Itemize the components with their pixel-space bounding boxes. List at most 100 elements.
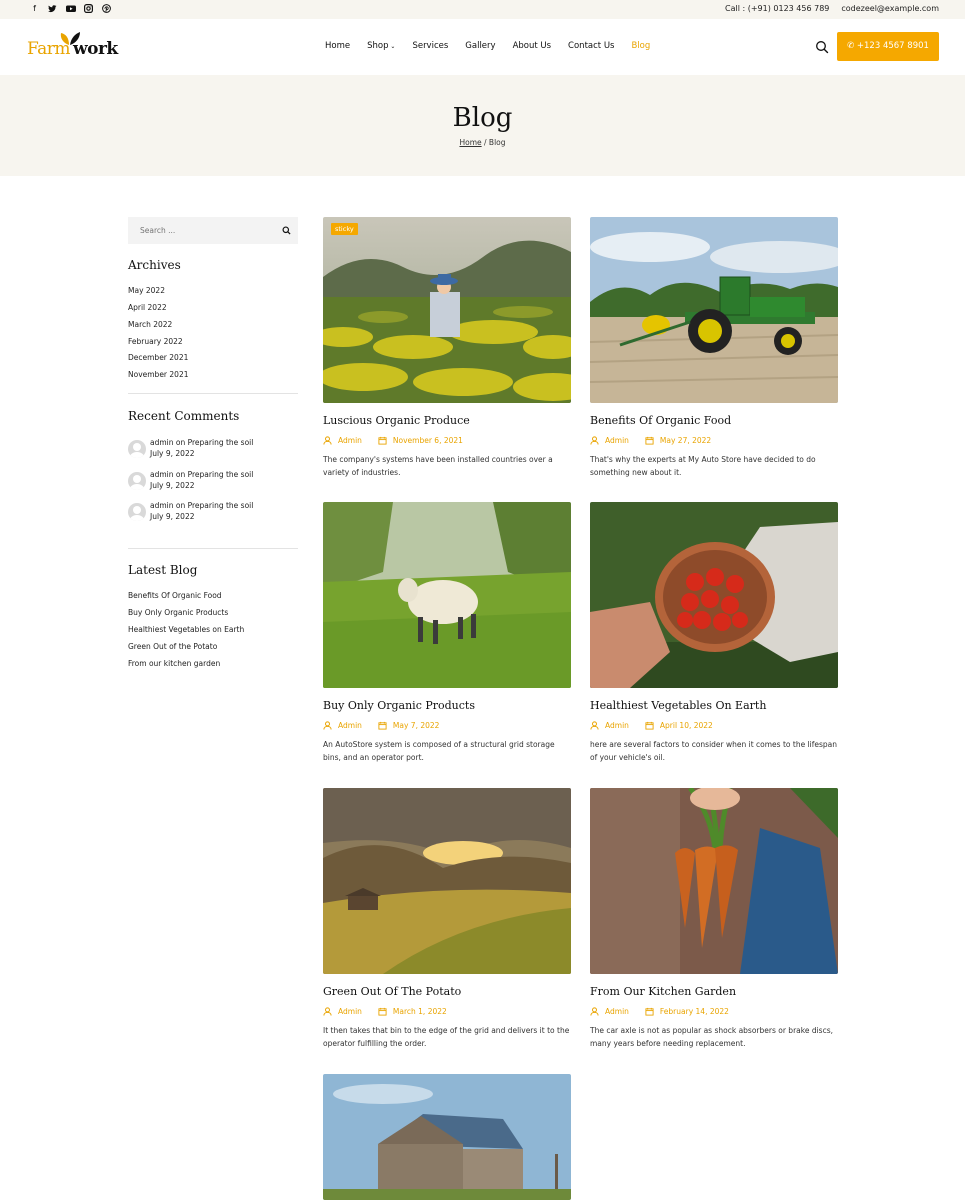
- post-date[interactable]: May 27, 2022: [660, 436, 711, 445]
- archive-link[interactable]: November 2021: [128, 370, 189, 379]
- archive-link[interactable]: February 2022: [128, 337, 183, 346]
- breadcrumb-home[interactable]: Home: [459, 138, 481, 147]
- user-icon: [590, 1007, 599, 1016]
- header-search-button[interactable]: [815, 39, 829, 54]
- archive-link[interactable]: April 2022: [128, 303, 167, 312]
- phone-button[interactable]: ✆ +123 4567 8901: [837, 32, 939, 61]
- sticky-badge: sticky: [331, 223, 358, 235]
- post-date[interactable]: March 1, 2022: [393, 1007, 447, 1016]
- nav-blog[interactable]: Blog: [631, 41, 650, 51]
- post-date[interactable]: February 14, 2022: [660, 1007, 729, 1016]
- site-logo[interactable]: Farm work: [27, 31, 127, 63]
- post-meta: Admin April 10, 2022: [590, 721, 713, 730]
- email-link[interactable]: codezeel@example.com: [841, 4, 939, 13]
- logo-farm-text: Farm: [27, 39, 71, 59]
- calendar-icon: [645, 436, 654, 445]
- sidebar-divider: [128, 548, 298, 549]
- post-image[interactable]: [590, 217, 838, 403]
- pinterest-icon[interactable]: [102, 4, 111, 14]
- nav-shop[interactable]: Shop ⌄: [367, 41, 395, 51]
- search-input[interactable]: [128, 217, 278, 244]
- post-author[interactable]: Admin: [605, 436, 629, 445]
- post-image[interactable]: sticky: [323, 217, 571, 403]
- archive-link[interactable]: December 2021: [128, 353, 188, 362]
- latest-blog-title: Latest Blog: [128, 563, 198, 577]
- post-image[interactable]: [590, 502, 838, 688]
- latest-blog-link[interactable]: Healthiest Vegetables on Earth: [128, 625, 244, 634]
- instagram-icon[interactable]: [84, 4, 94, 14]
- comment-post-link[interactable]: Preparing the soil: [188, 470, 254, 479]
- nav-gallery[interactable]: Gallery: [465, 41, 495, 51]
- post-meta: Admin February 14, 2022: [590, 1007, 729, 1016]
- latest-blog-link[interactable]: From our kitchen garden: [128, 659, 220, 668]
- post-title[interactable]: Buy Only Organic Products: [323, 699, 475, 712]
- post-author[interactable]: Admin: [605, 721, 629, 730]
- latest-blog-link[interactable]: Buy Only Organic Products: [128, 608, 228, 617]
- latest-blog-link[interactable]: Benefits Of Organic Food: [128, 591, 222, 600]
- sidebar-divider: [128, 393, 298, 394]
- post-excerpt: here are several factors to consider whe…: [590, 740, 838, 762]
- post-image[interactable]: [323, 502, 571, 688]
- avatar: [128, 472, 146, 490]
- blog-post-card: [323, 1074, 571, 1200]
- page-title: Blog: [452, 103, 513, 133]
- post-author[interactable]: Admin: [338, 436, 362, 445]
- post-date[interactable]: May 7, 2022: [393, 721, 440, 730]
- post-title[interactable]: From Our Kitchen Garden: [590, 985, 736, 998]
- post-date[interactable]: April 10, 2022: [660, 721, 713, 730]
- youtube-icon[interactable]: [66, 4, 76, 14]
- nav-services[interactable]: Services: [412, 41, 448, 51]
- avatar: [128, 503, 146, 521]
- post-title[interactable]: Benefits Of Organic Food: [590, 414, 731, 427]
- top-bar: f Call : (+91) 0123 456 789 codezeel@exa…: [0, 0, 965, 19]
- recent-comments-title: Recent Comments: [128, 409, 240, 423]
- nav-about-us[interactable]: About Us: [513, 41, 551, 51]
- comment-post-link[interactable]: Preparing the soil: [188, 438, 254, 447]
- post-meta: Admin May 27, 2022: [590, 436, 711, 445]
- recent-comment: admin on Preparing the soil July 9, 2022: [128, 501, 298, 525]
- comment-date: July 9, 2022: [150, 512, 195, 521]
- comment-date: July 9, 2022: [150, 449, 195, 458]
- calendar-icon: [645, 721, 654, 730]
- main-nav: Home Shop ⌄ Services Gallery About Us Co…: [325, 41, 650, 51]
- social-links: f: [30, 4, 111, 14]
- user-icon: [323, 436, 332, 445]
- comment-on: on: [175, 501, 186, 510]
- nav-home[interactable]: Home: [325, 41, 350, 51]
- post-author[interactable]: Admin: [338, 1007, 362, 1016]
- comment-author: admin: [150, 470, 174, 479]
- archive-link[interactable]: March 2022: [128, 320, 172, 329]
- sidebar-search: [128, 217, 298, 244]
- breadcrumb-current: Blog: [488, 138, 506, 147]
- comment-author: admin: [150, 501, 174, 510]
- breadcrumb: Home / Blog: [0, 138, 965, 147]
- archive-link[interactable]: May 2022: [128, 286, 165, 295]
- post-author[interactable]: Admin: [338, 721, 362, 730]
- post-date[interactable]: November 6, 2021: [393, 436, 463, 445]
- post-title[interactable]: Healthiest Vegetables On Earth: [590, 699, 766, 712]
- post-meta: Admin November 6, 2021: [323, 436, 463, 445]
- post-excerpt: An AutoStore system is composed of a str…: [323, 740, 555, 762]
- facebook-icon[interactable]: f: [30, 4, 39, 14]
- user-icon: [590, 436, 599, 445]
- post-image[interactable]: [323, 788, 571, 974]
- calendar-icon: [645, 1007, 654, 1016]
- comment-author: admin: [150, 438, 174, 447]
- twitter-icon[interactable]: [48, 4, 57, 14]
- latest-blog-link[interactable]: Green Out of the Potato: [128, 642, 217, 651]
- post-title[interactable]: Luscious Organic Produce: [323, 414, 470, 427]
- user-icon: [323, 721, 332, 730]
- post-image[interactable]: [590, 788, 838, 974]
- post-image[interactable]: [323, 1074, 571, 1200]
- post-author[interactable]: Admin: [605, 1007, 629, 1016]
- archives-title: Archives: [128, 258, 181, 272]
- recent-comment: admin on Preparing the soil July 9, 2022: [128, 470, 298, 494]
- call-info: Call : (+91) 0123 456 789: [725, 4, 830, 13]
- phone-button-label: +123 4567 8901: [856, 41, 929, 51]
- search-icon[interactable]: [282, 226, 291, 235]
- comment-post-link[interactable]: Preparing the soil: [188, 501, 254, 510]
- nav-contact-us[interactable]: Contact Us: [568, 41, 614, 51]
- user-icon: [323, 1007, 332, 1016]
- post-title[interactable]: Green Out Of The Potato: [323, 985, 461, 998]
- avatar: [128, 440, 146, 458]
